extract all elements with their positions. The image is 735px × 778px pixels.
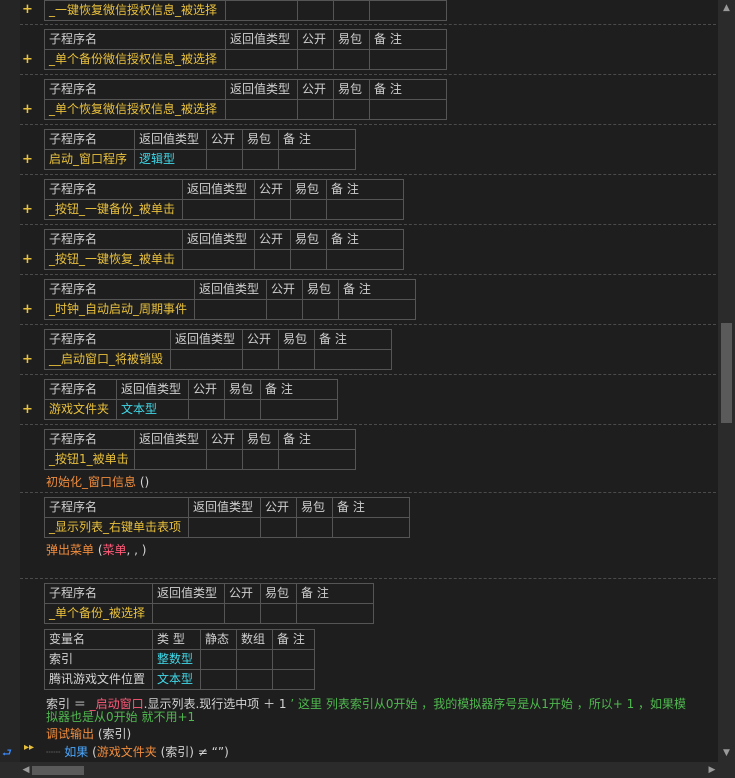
scroll-up-icon[interactable]: ▲ — [718, 0, 735, 17]
subprogram-name[interactable]: __启动窗口_将被销毁 — [44, 349, 171, 370]
divider — [20, 74, 716, 75]
code-line[interactable]: 拟器也是从0开始 就不用+1 — [46, 708, 195, 726]
expand-plus-icon[interactable]: + — [22, 150, 34, 170]
return-type[interactable]: 逻辑型 — [134, 149, 207, 170]
subprogram-name[interactable]: _单个备份微信授权信息_被选择 — [44, 49, 226, 70]
expand-plus-icon[interactable]: + — [22, 50, 34, 70]
subprogram-table: 子程序名 返回值类型 公开 易包备 注 _单个恢复微信授权信息_被选择 — [44, 79, 447, 120]
function-call: 弹出菜单 — [46, 543, 95, 557]
divider — [20, 578, 716, 579]
breakpoint-arrow-icon[interactable]: ⮐ — [2, 744, 12, 763]
code-line[interactable]: ┄┄ 如果 (游戏文件夹 (索引) ≠ “”) — [46, 743, 229, 761]
scroll-thumb[interactable] — [721, 323, 732, 423]
variable-type[interactable]: 整数型 — [152, 649, 201, 670]
scroll-down-icon[interactable]: ▼ — [718, 745, 735, 762]
code-line[interactable]: 弹出菜单 (菜单, , ) — [46, 541, 146, 559]
keyword: 如果 — [64, 745, 89, 759]
subprogram-name[interactable]: _时钟_自动启动_周期事件 — [44, 299, 195, 320]
subprogram-name[interactable]: _单个备份_被选择 — [44, 603, 153, 624]
horizontal-scrollbar[interactable]: ◀ ▶ — [0, 762, 735, 778]
divider — [20, 374, 716, 375]
expand-plus-icon[interactable]: + — [22, 350, 34, 370]
divider — [20, 124, 716, 125]
subprogram-name[interactable]: _单个恢复微信授权信息_被选择 — [44, 99, 226, 120]
subprogram-table: 子程序名 返回值类型 公开 易包备 注 _单个备份_被选择 — [44, 583, 374, 624]
vertical-scrollbar[interactable]: ▲ ▼ — [718, 0, 735, 762]
subprogram-table: 子程序名 返回值类型 公开 易包备 注 _单个备份微信授权信息_被选择 — [44, 29, 447, 70]
subprogram-table: 子程序名 返回值类型 公开 易包备 注 _按钮1_被单击 — [44, 429, 356, 470]
code-line[interactable]: 调试输出 (索引) — [46, 725, 131, 743]
expand-plus-icon[interactable]: + — [22, 0, 34, 20]
variable-name[interactable]: 索引 — [44, 649, 153, 670]
subprogram-table: 子程序名 返回值类型 公开 易包备 注 _时钟_自动启动_周期事件 — [44, 279, 416, 320]
subprogram-name[interactable]: _按钮_一键恢复_被单击 — [44, 249, 183, 270]
return-type[interactable]: 文本型 — [116, 399, 189, 420]
code-comment: 拟器也是从0开始 就不用+1 — [46, 710, 196, 724]
subprogram-table: 子程序名 返回值类型 公开 易包备 注 _显示列表_右键单击表项 — [44, 497, 410, 538]
divider — [20, 24, 716, 25]
subprogram-table: 子程序名 返回值类型 公开 易包备 注 __启动窗口_将被销毁 — [44, 329, 392, 370]
expand-plus-icon[interactable]: + — [22, 250, 34, 270]
subprogram-table: 子程序名 返回值类型 公开 易包备 注 游戏文件夹 文本型 — [44, 379, 338, 420]
subprogram-table: 子程序名 返回值类型 公开 易包备 注 启动_窗口程序 逻辑型 — [44, 129, 356, 170]
function-call: 调试输出 — [46, 727, 95, 741]
variable-type[interactable]: 文本型 — [152, 669, 201, 690]
subprogram-table: 子程序名 返回值类型 公开 易包备 注 _按钮_一键备份_被单击 — [44, 179, 404, 220]
divider — [20, 224, 716, 225]
subprogram-table: _一键恢复微信授权信息_被选择 — [44, 0, 447, 21]
function-call: 初始化_窗口信息 — [46, 475, 137, 489]
expand-plus-icon[interactable]: + — [22, 100, 34, 120]
subprogram-name[interactable]: _按钮_一键备份_被单击 — [44, 199, 183, 220]
code-comment: ’ 这里 列表索引从0开始 ，我的模拟器序号是从1开始 ，所以+ 1 ，如果模 — [286, 697, 687, 711]
divider — [20, 492, 716, 493]
subprogram-name[interactable]: 启动_窗口程序 — [44, 149, 135, 170]
variable-name[interactable]: 腾讯游戏文件位置 — [44, 669, 153, 690]
run-arrow-icon: ▸▸ — [24, 742, 35, 753]
subprogram-name[interactable]: _按钮1_被单击 — [44, 449, 135, 470]
divider — [20, 274, 716, 275]
scroll-thumb[interactable] — [32, 766, 84, 775]
scroll-right-icon[interactable]: ▶ — [704, 762, 720, 778]
divider — [20, 324, 716, 325]
expand-plus-icon[interactable]: + — [22, 400, 34, 420]
expand-plus-icon[interactable]: + — [22, 200, 34, 220]
expand-plus-icon[interactable]: + — [22, 300, 34, 320]
subprogram-name[interactable]: 游戏文件夹 — [44, 399, 117, 420]
divider — [20, 424, 716, 425]
variable-table: 变量名类 型静态 数组备 注 索引 整数型 腾讯游戏文件位置 文本型 — [44, 629, 315, 690]
code-line[interactable]: 初始化_窗口信息 () — [46, 473, 149, 491]
line-gutter — [0, 0, 20, 762]
subprogram-name[interactable]: _显示列表_右键单击表项 — [44, 517, 189, 538]
divider — [20, 174, 716, 175]
subprogram-name[interactable]: _一键恢复微信授权信息_被选择 — [44, 0, 226, 21]
subprogram-table: 子程序名 返回值类型 公开 易包备 注 _按钮_一键恢复_被单击 — [44, 229, 404, 270]
